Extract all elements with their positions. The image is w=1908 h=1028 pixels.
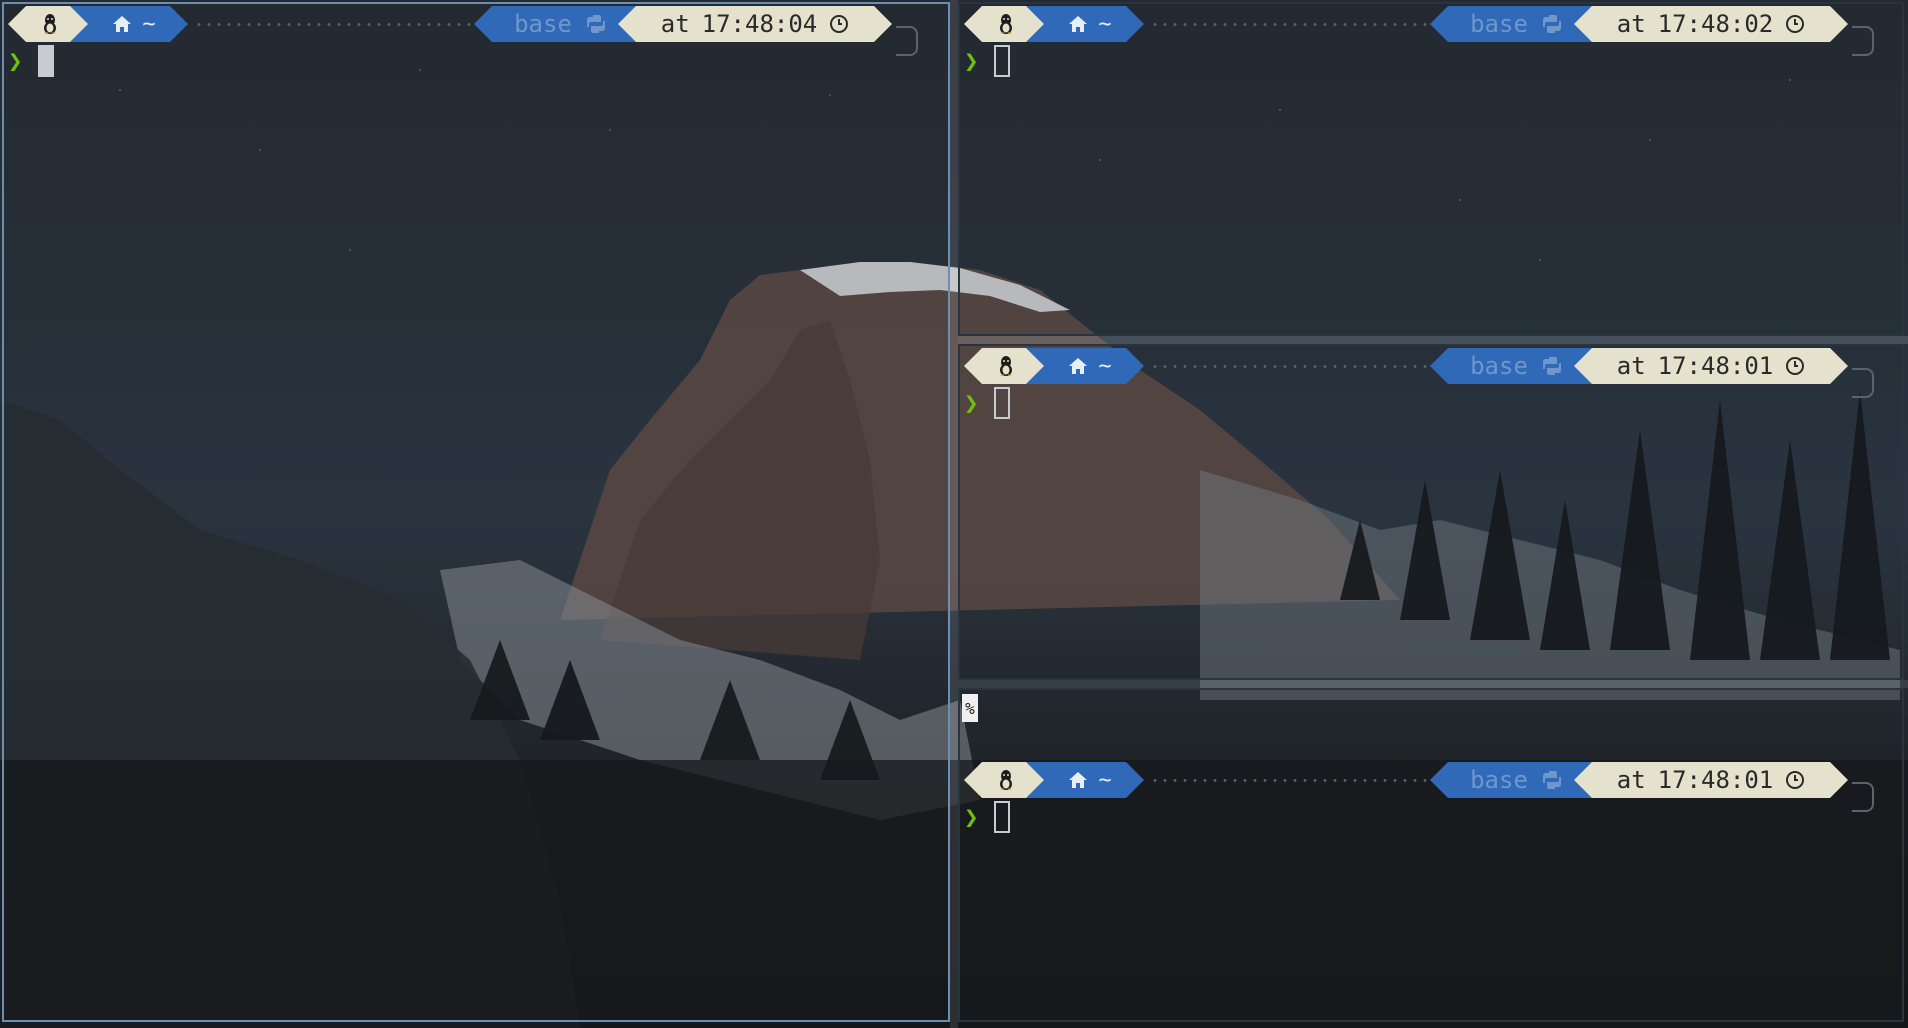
- conda-env-segment: base: [474, 6, 636, 42]
- env-name: base: [1470, 352, 1528, 380]
- time-prefix: at: [1616, 10, 1646, 38]
- prompt-line: ~ base at 17:48:01: [964, 762, 1874, 812]
- conda-env-segment: base: [1430, 348, 1592, 384]
- terminal-pane[interactable]: ~ base at 17:48:01 ❯: [958, 344, 1904, 680]
- conda-env-segment: base: [1430, 762, 1592, 798]
- env-name: base: [1470, 766, 1528, 794]
- horizontal-split-divider[interactable]: [958, 336, 1908, 344]
- partial-line-marker: %: [962, 694, 978, 722]
- linux-tux-icon: [997, 355, 1015, 377]
- input-line[interactable]: ❯: [964, 386, 1010, 420]
- clock-icon: [1785, 14, 1805, 34]
- terminal-cursor: [994, 801, 1010, 833]
- terminal-pane[interactable]: ~ base at 17:48:02 ❯: [958, 2, 1904, 336]
- clock-icon: [1785, 356, 1805, 376]
- prompt-filler-dots: [1150, 23, 1430, 26]
- prompt-chevron: ❯: [964, 389, 979, 417]
- terminal-cursor: [994, 387, 1010, 419]
- prompt-chevron: ❯: [8, 47, 23, 75]
- prompt-right-connector: [1852, 26, 1874, 56]
- prompt-filler-dots: [194, 23, 474, 26]
- prompt-filler-dots: [1150, 779, 1430, 782]
- python-icon: [1542, 356, 1562, 376]
- prompt-chevron: ❯: [964, 47, 979, 75]
- conda-env-segment: base: [1430, 6, 1592, 42]
- prompt-filler-dots: [1150, 365, 1430, 368]
- prompt-line: ~ base at 17:48:01: [964, 348, 1874, 398]
- time-segment: at 17:48:01: [1574, 762, 1848, 798]
- terminal-pane[interactable]: % ~ base at 17:48:01 ❯: [958, 688, 1904, 1022]
- directory-text: ~: [1098, 353, 1112, 379]
- terminal-cursor: [994, 45, 1010, 77]
- time-value: 17:48:04: [701, 10, 818, 38]
- time-segment: at 17:48:01: [1574, 348, 1848, 384]
- clock-icon: [829, 14, 849, 34]
- time-value: 17:48:01: [1657, 352, 1774, 380]
- directory-text: ~: [142, 11, 156, 37]
- prompt-right-connector: [1852, 782, 1874, 812]
- clock-icon: [1785, 770, 1805, 790]
- time-prefix: at: [660, 10, 690, 38]
- prompt-right-connector: [896, 26, 918, 56]
- env-name: base: [1470, 10, 1528, 38]
- horizontal-split-divider[interactable]: [958, 680, 1908, 688]
- home-icon: [1068, 15, 1088, 33]
- time-value: 17:48:02: [1657, 10, 1774, 38]
- input-line[interactable]: ❯: [964, 44, 1010, 78]
- python-icon: [1542, 770, 1562, 790]
- input-line[interactable]: ❯: [8, 44, 54, 78]
- prompt-right-connector: [1852, 368, 1874, 398]
- python-icon: [586, 14, 606, 34]
- terminal-cursor: [38, 45, 54, 77]
- prompt-chevron: ❯: [964, 803, 979, 831]
- time-prefix: at: [1616, 352, 1646, 380]
- linux-tux-icon: [997, 769, 1015, 791]
- input-line[interactable]: ❯: [964, 800, 1010, 834]
- directory-text: ~: [1098, 767, 1112, 793]
- time-segment: at 17:48:02: [1574, 6, 1848, 42]
- prompt-line: ~ base at 17:48:04: [8, 6, 918, 56]
- python-icon: [1542, 14, 1562, 34]
- time-segment: at 17:48:04: [618, 6, 892, 42]
- time-prefix: at: [1616, 766, 1646, 794]
- home-icon: [112, 15, 132, 33]
- home-icon: [1068, 771, 1088, 789]
- directory-text: ~: [1098, 11, 1112, 37]
- terminal-pane[interactable]: ~ base at 17:48:04 ❯: [2, 2, 950, 1022]
- env-name: base: [514, 10, 572, 38]
- prompt-line: ~ base at 17:48:02: [964, 6, 1874, 56]
- time-value: 17:48:01: [1657, 766, 1774, 794]
- desktop: ~ base at 17:48:04 ❯ ~ base at 17:48:02 …: [0, 0, 1908, 1028]
- linux-tux-icon: [41, 13, 59, 35]
- linux-tux-icon: [997, 13, 1015, 35]
- vertical-split-divider[interactable]: [950, 0, 958, 1028]
- home-icon: [1068, 357, 1088, 375]
